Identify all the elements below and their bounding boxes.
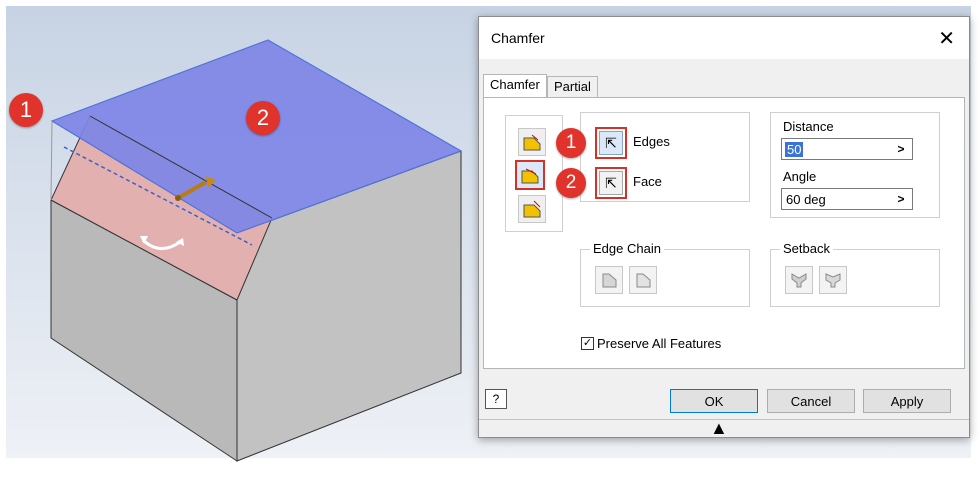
preserve-checkbox[interactable]: ✓ Preserve All Features	[581, 336, 721, 351]
edge-chain-label: Edge Chain	[590, 241, 664, 256]
setback-a-icon	[791, 273, 807, 288]
angle-label: Angle	[783, 169, 817, 184]
edge-chain-group: Edge Chain	[580, 241, 750, 307]
edges-label: Edges	[633, 134, 670, 149]
face-select-button[interactable]: ⇱	[595, 167, 627, 199]
edges-select-button[interactable]: ⇱	[595, 127, 627, 159]
chamfer-panel: ⇱ Edges ⇱ Face 1 2 Distance 50 > Angle 6…	[483, 97, 965, 369]
tab-chamfer[interactable]: Chamfer	[483, 74, 547, 97]
chamfer-two-distance-icon	[523, 200, 541, 218]
cursor-icon: ⇱	[599, 171, 623, 195]
expand-icon[interactable]: ▲	[710, 419, 728, 437]
cancel-button[interactable]: Cancel	[767, 389, 855, 413]
ok-button[interactable]: OK	[670, 389, 758, 413]
setback-b-icon	[825, 273, 841, 288]
apply-button[interactable]: Apply	[863, 389, 951, 413]
help-icon: ?	[492, 392, 500, 406]
chamfer-dialog: Chamfer ✕ Chamfer Partial ⇱ Edges ⇱ Face…	[478, 16, 970, 438]
single-edge-button[interactable]	[629, 266, 657, 294]
edge-chain-all-icon	[602, 273, 617, 288]
setback-group: Setback	[770, 241, 940, 307]
tab-partial[interactable]: Partial	[547, 76, 598, 97]
callout-1: 1	[9, 93, 43, 127]
face-label: Face	[633, 174, 662, 189]
chamfer-distance-angle-icon	[521, 168, 539, 184]
all-edges-button[interactable]	[595, 266, 623, 294]
checkbox-check-icon: ✓	[581, 337, 594, 350]
cursor-icon: ⇱	[599, 131, 623, 155]
setback-label: Setback	[780, 241, 833, 256]
tab-strip: Chamfer Partial	[479, 74, 969, 97]
edge-chain-single-icon	[636, 273, 651, 288]
setback-a-button[interactable]	[785, 266, 813, 294]
dialog-titlebar[interactable]: Chamfer ✕	[479, 17, 969, 59]
distance-menu-icon[interactable]: >	[892, 140, 910, 158]
distance-value: 50	[785, 141, 804, 157]
selection-group: ⇱ Edges ⇱ Face	[580, 112, 750, 202]
angle-input[interactable]: 60 deg >	[781, 188, 913, 210]
callout-2-dialog: 2	[556, 168, 586, 198]
mode-group	[505, 115, 563, 232]
mode-two-distance-button[interactable]	[518, 195, 546, 223]
setback-b-button[interactable]	[819, 266, 847, 294]
callout-1-dialog: 1	[556, 128, 586, 158]
help-button[interactable]: ?	[485, 389, 507, 409]
parameters-group: Distance 50 > Angle 60 deg >	[770, 112, 940, 218]
angle-value: 60 deg	[786, 191, 826, 207]
distance-input[interactable]: 50 >	[781, 138, 913, 160]
callout-2: 2	[246, 101, 280, 135]
mode-distance-button[interactable]	[518, 128, 546, 156]
distance-label: Distance	[783, 119, 834, 134]
angle-menu-icon[interactable]: >	[892, 190, 910, 208]
chamfer-distance-icon	[523, 134, 541, 151]
preserve-label: Preserve All Features	[597, 336, 722, 351]
close-icon[interactable]: ✕	[938, 26, 955, 51]
mode-distance-angle-button[interactable]	[515, 160, 545, 190]
dialog-title: Chamfer	[491, 30, 545, 46]
